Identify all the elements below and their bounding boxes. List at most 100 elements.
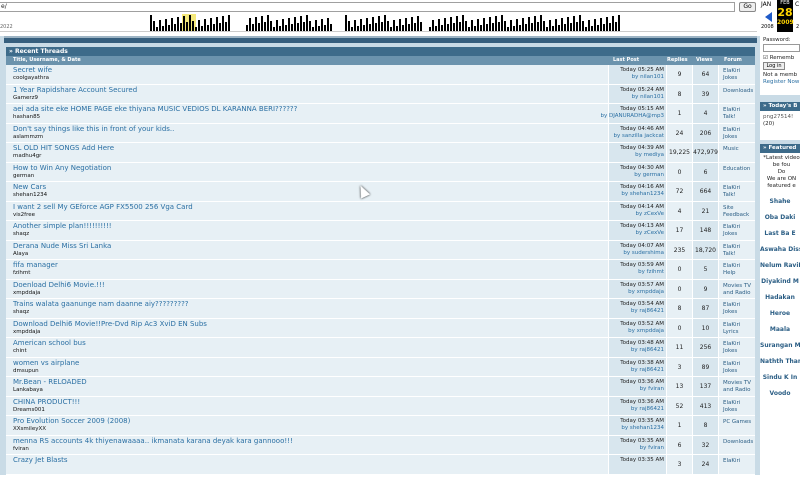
thread-title-link[interactable]: SL OLD HIT SONGS Add Here xyxy=(13,143,608,153)
thread-title-link[interactable]: New Cars xyxy=(13,182,608,192)
last-post-user[interactable]: by fviran xyxy=(640,445,664,451)
checkbox-icon[interactable]: ☑ xyxy=(763,55,768,61)
recent-threads-header[interactable]: » Recent Threads xyxy=(6,47,755,56)
thread-author[interactable]: shaqz xyxy=(13,309,608,316)
forum-link[interactable]: Education xyxy=(723,166,755,173)
forum-link[interactable]: ElaKiri xyxy=(723,400,755,407)
thread-title-link[interactable]: Pro Evolution Soccer 2009 (2008) xyxy=(13,416,608,426)
featured-link[interactable]: Nathth Thaniwe xyxy=(760,358,800,366)
featured-link[interactable]: Last Ba E xyxy=(760,230,800,238)
featured-link[interactable]: Oba Daki xyxy=(760,214,800,222)
register-link[interactable]: Register Now xyxy=(760,79,800,86)
last-post-user[interactable]: by nilan101 xyxy=(632,74,664,80)
forum-link[interactable]: ElaKiri xyxy=(723,107,755,114)
forum-link[interactable]: Jokes xyxy=(723,368,755,375)
thread-author[interactable]: coolgayathra xyxy=(13,75,608,82)
last-post-user[interactable]: by sudershima xyxy=(623,250,664,256)
last-post-user[interactable]: by raj86421 xyxy=(631,308,664,314)
forum-link[interactable]: Talk! xyxy=(723,251,755,258)
forum-link[interactable]: and Radio xyxy=(723,290,755,297)
forum-link[interactable]: Movies TV xyxy=(723,283,755,290)
thread-title-link[interactable]: Doenload Delhi6 Movie.!!! xyxy=(13,280,608,290)
last-post-user[interactable]: by fviran xyxy=(640,386,664,392)
forum-link[interactable]: ElaKiri xyxy=(723,302,755,309)
last-post-user[interactable]: by raj86421 xyxy=(631,367,664,373)
thread-title-link[interactable]: American school bus xyxy=(13,338,608,348)
forum-link[interactable]: Feedback xyxy=(723,212,755,219)
thread-title-link[interactable]: Crazy Jet Blasts xyxy=(13,455,608,465)
go-button[interactable]: Go xyxy=(739,2,756,12)
forum-link[interactable]: Movies TV xyxy=(723,380,755,387)
last-post-user[interactable]: by fzihmt xyxy=(638,269,664,275)
thread-title-link[interactable]: I want 2 sell My GEforce AGP FX5500 256 … xyxy=(13,202,608,212)
last-post-user[interactable]: by DJANURADHA@mp3 xyxy=(601,113,665,119)
thread-title-link[interactable]: Another simple plan!!!!!!!!!! xyxy=(13,221,608,231)
last-post-user[interactable]: by raj86421 xyxy=(631,406,664,412)
thread-author[interactable]: aslammzm xyxy=(13,134,608,141)
thread-author[interactable]: xmpddaja xyxy=(13,290,608,297)
thread-author[interactable]: XXsmileyXX xyxy=(13,426,608,433)
featured-header[interactable]: » Featured xyxy=(760,144,800,153)
thread-title-link[interactable]: Mr.Bean - RELOADED xyxy=(13,377,608,387)
last-post-user[interactable]: by nilan101 xyxy=(632,94,664,100)
featured-link[interactable]: Sindu K In xyxy=(760,374,800,382)
thread-title-link[interactable]: Download Delhi6 Movie!!Pre-Dvd Rip Ac3 X… xyxy=(13,319,608,329)
forum-link[interactable]: ElaKiri xyxy=(723,127,755,134)
thread-author[interactable]: Lankabaya xyxy=(13,387,608,394)
forum-link[interactable]: ElaKiri xyxy=(723,263,755,270)
forum-link[interactable]: Downloads xyxy=(723,88,755,95)
forum-link[interactable]: ElaKiri xyxy=(723,244,755,251)
prev-year-label[interactable]: 2008 xyxy=(761,24,774,30)
forum-link[interactable]: Jokes xyxy=(723,348,755,355)
featured-link[interactable]: Aswaha Dissa xyxy=(760,246,800,254)
forum-link[interactable]: Downloads xyxy=(723,439,755,446)
password-field[interactable] xyxy=(763,44,800,52)
thread-title-link[interactable]: CHINA PRODUCT!!! xyxy=(13,397,608,407)
thread-author[interactable]: madhu4gr xyxy=(13,153,608,160)
forum-link[interactable]: Music xyxy=(723,146,755,153)
last-post-user[interactable]: by shehan1234 xyxy=(621,191,664,197)
featured-link[interactable]: Diyakind M xyxy=(760,278,800,286)
thread-title-link[interactable]: fifa manager xyxy=(13,260,608,270)
forum-link[interactable]: ElaKiri xyxy=(723,68,755,75)
forum-link[interactable]: ElaKiri xyxy=(723,185,755,192)
thread-author[interactable]: dmsupun xyxy=(13,368,608,375)
thread-title-link[interactable]: How to Win Any Negotiation xyxy=(13,163,608,173)
todays-header[interactable]: » Today's B xyxy=(760,102,800,111)
forum-link[interactable]: Lyrics xyxy=(723,329,755,336)
thread-title-link[interactable]: Secret wife xyxy=(13,65,608,75)
thread-author[interactable]: vis2free xyxy=(13,212,608,219)
thread-author[interactable]: shehan1234 xyxy=(13,192,608,199)
featured-link[interactable]: Surangan M xyxy=(760,342,800,350)
thread-title-link[interactable]: Derana Nude Miss Sri Lanka xyxy=(13,241,608,251)
forum-link[interactable]: Site xyxy=(723,205,755,212)
forum-link[interactable]: ElaKiri xyxy=(723,224,755,231)
forum-link[interactable]: ElaKiri xyxy=(723,341,755,348)
thread-title-link[interactable]: Don't say things like this in front of y… xyxy=(13,124,608,134)
thread-author[interactable]: fviran xyxy=(13,446,608,453)
forum-link[interactable]: ElaKiri xyxy=(723,361,755,368)
thread-title-link[interactable]: women vs airplane xyxy=(13,358,608,368)
last-post-user[interactable]: by shehan1234 xyxy=(621,425,664,431)
forum-link[interactable]: PC Games xyxy=(723,419,755,426)
featured-link[interactable]: Voodo xyxy=(760,390,800,398)
last-post-user[interactable]: by xmpddaja xyxy=(628,289,664,295)
thread-author[interactable]: xmpddaja xyxy=(13,329,608,336)
forum-link[interactable]: Talk! xyxy=(723,192,755,199)
last-post-user[interactable]: by zCexVe xyxy=(636,211,664,217)
forum-link[interactable]: Jokes xyxy=(723,309,755,316)
capture-histogram[interactable] xyxy=(0,14,757,32)
thread-author[interactable]: fzihmt xyxy=(13,270,608,277)
forum-link[interactable]: ElaKiri xyxy=(723,458,755,465)
featured-link[interactable]: Nelum RaviHans xyxy=(760,262,800,270)
forum-link[interactable]: Jokes xyxy=(723,75,755,82)
thread-title-link[interactable]: 1 Year Rapidshare Account Secured xyxy=(13,85,608,95)
url-input[interactable]: e/ xyxy=(0,2,735,12)
thread-title-link[interactable]: Trains walata gaanunge nam daanne aiy???… xyxy=(13,299,608,309)
thread-author[interactable]: Gamerz9 xyxy=(13,95,608,102)
next-year-label[interactable]: 2 xyxy=(796,24,799,30)
forum-link[interactable]: Jokes xyxy=(723,231,755,238)
forum-link[interactable]: Help xyxy=(723,270,755,277)
todays-item[interactable]: png27514! xyxy=(760,111,800,121)
prev-arrow-icon[interactable] xyxy=(765,12,772,22)
